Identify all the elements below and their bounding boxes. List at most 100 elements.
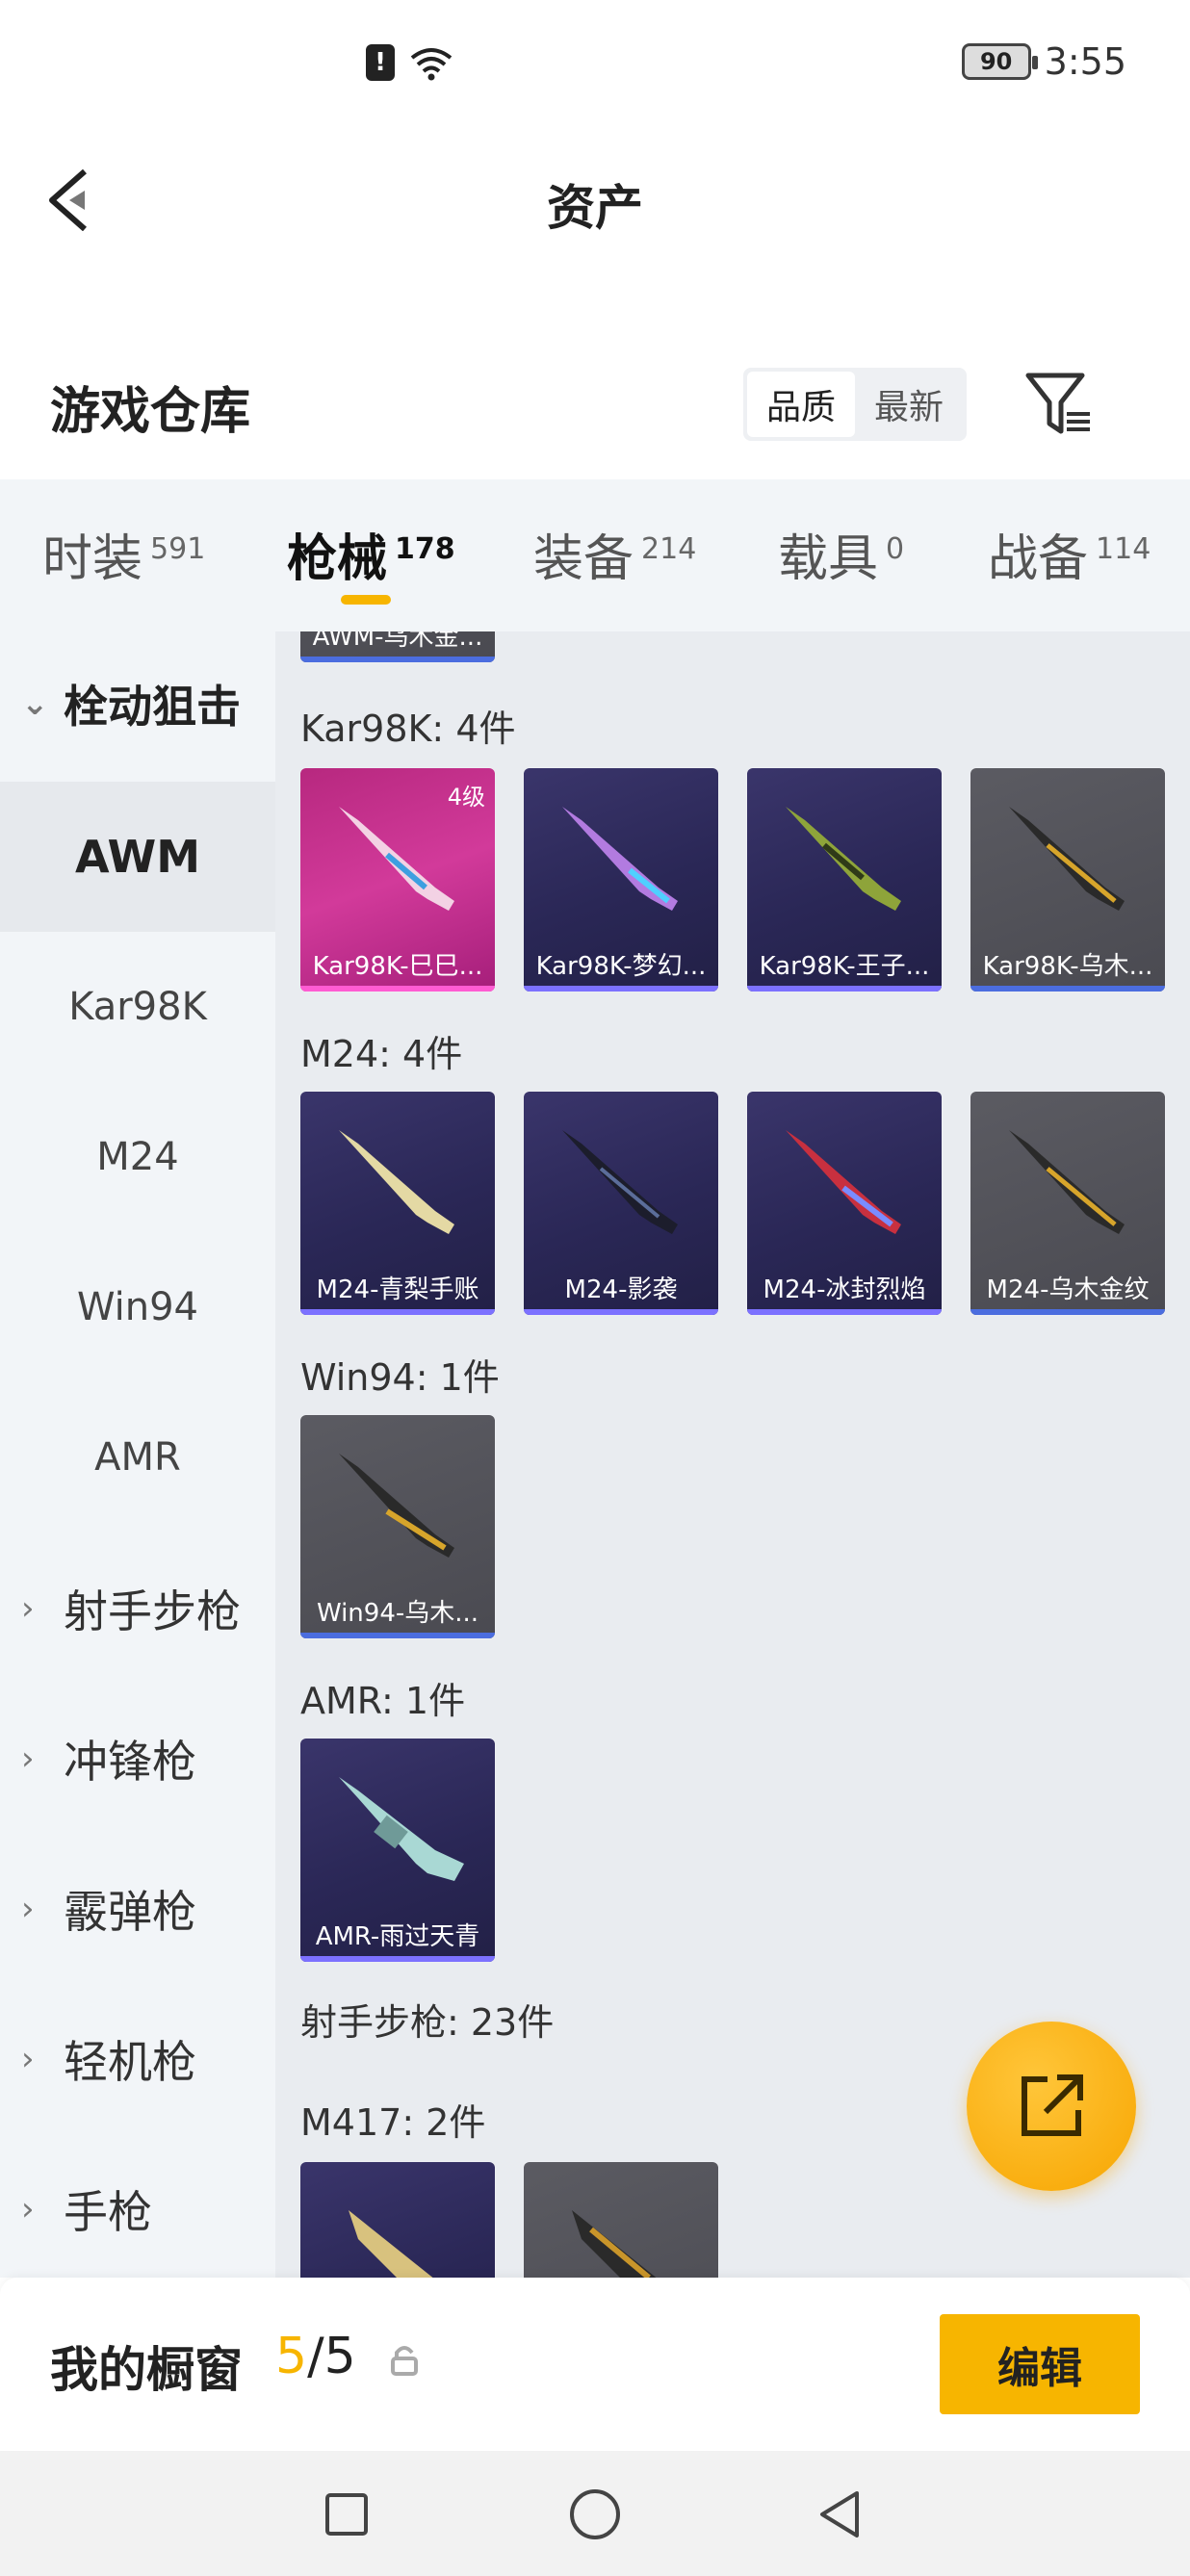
item-name: M24-冰封烈焰: [763, 1275, 926, 1304]
tab-vehicles[interactable]: 载具 0: [778, 518, 904, 590]
tab-count: 0: [886, 531, 905, 566]
chevron-right-icon: ›: [21, 1589, 35, 1628]
showcase-panel: 我的橱窗 5/5 编辑: [0, 2278, 1190, 2451]
tab-equipment[interactable]: 装备 214: [533, 518, 696, 590]
item-card[interactable]: M24-影袭: [524, 1092, 718, 1315]
item-name: Kar98K-巳巳...: [312, 952, 483, 981]
clock: 3:55: [1044, 40, 1126, 83]
filter-icon[interactable]: [1021, 366, 1098, 443]
sidebar-item-kar98k[interactable]: Kar98K: [0, 932, 275, 1082]
system-nav-bar: [0, 2451, 1190, 2576]
tab-count: 214: [641, 531, 697, 566]
item-name: AWM-乌木金...: [312, 631, 483, 652]
item-card[interactable]: [300, 2162, 495, 2278]
showcase-total: /5: [307, 2328, 356, 2385]
rarity-bar: [970, 1309, 1165, 1315]
tab-fashion[interactable]: 时装 591: [42, 518, 205, 590]
section-label: AMR: 1件: [300, 1680, 466, 1722]
item-name: AMR-雨过天青: [315, 1922, 480, 1951]
header: 资产: [0, 135, 1190, 260]
rifle-icon: [339, 1454, 454, 1558]
tab-label: 战备: [988, 530, 1089, 588]
rifle-icon: [339, 1777, 464, 1881]
sidebar-group-pistol[interactable]: › 手枪: [0, 2137, 275, 2278]
chevron-right-icon: ›: [21, 2190, 35, 2228]
tab-supplies[interactable]: 战备 114: [988, 518, 1151, 590]
tab-label: 时装: [42, 530, 143, 588]
showcase-count: 5/5: [275, 2328, 356, 2385]
item-card[interactable]: M24-乌木金纹: [970, 1092, 1165, 1315]
item-card[interactable]: M24-冰封烈焰: [747, 1092, 942, 1315]
warehouse-title: 游戏仓库: [50, 383, 251, 441]
sidebar-group-lmg[interactable]: › 轻机枪: [0, 1987, 275, 2131]
sidebar-item-m24[interactable]: M24: [0, 1082, 275, 1232]
item-name: M24-青梨手账: [316, 1275, 479, 1304]
sidebar-group-label: 霰弹枪: [64, 1886, 196, 1938]
item-card[interactable]: AWM-乌木金...: [300, 631, 495, 662]
sidebar-item-win94[interactable]: Win94: [0, 1232, 275, 1382]
showcase-title: 我的橱窗: [50, 2342, 243, 2398]
rifle-icon: [572, 2210, 657, 2278]
edit-button[interactable]: 编辑: [940, 2314, 1140, 2414]
recents-icon[interactable]: [318, 2486, 375, 2543]
rarity-bar: [970, 986, 1165, 992]
item-card[interactable]: AMR-雨过天青: [300, 1739, 495, 1962]
item-card[interactable]: Kar98K-乌木...: [970, 768, 1165, 992]
sort-toggle: 品质 最新: [743, 368, 967, 441]
rifle-icon: [1009, 1130, 1125, 1234]
home-icon[interactable]: [566, 2486, 624, 2543]
tab-count: 178: [395, 531, 455, 566]
item-card[interactable]: 4级 Kar98K-巳巳...: [300, 768, 495, 992]
rarity-bar: [300, 657, 495, 662]
item-card[interactable]: Win94-乌木...: [300, 1415, 495, 1638]
tab-label: 装备: [533, 530, 634, 588]
rifle-icon: [786, 1130, 901, 1234]
rarity-bar: [747, 1309, 942, 1315]
item-name: Kar98K-王子...: [759, 952, 930, 981]
rifle-icon: [562, 807, 678, 911]
sidebar-item-amr[interactable]: AMR: [0, 1382, 275, 1533]
section-label: M24: 4件: [300, 1033, 463, 1075]
item-card[interactable]: Kar98K-梦幻...: [524, 768, 718, 992]
chevron-right-icon: ›: [21, 1739, 35, 1778]
tab-label: 载具: [778, 530, 879, 588]
rarity-bar: [300, 1309, 495, 1315]
sidebar-group-label: 手枪: [64, 2186, 152, 2238]
rarity-bar: [300, 986, 495, 992]
section-label: Kar98K: 4件: [300, 708, 516, 750]
sidebar-group-label: 冲锋枪: [64, 1736, 196, 1788]
item-card[interactable]: [524, 2162, 718, 2278]
category-label: 射手步枪: 23件: [300, 2001, 555, 2044]
rarity-bar: [747, 986, 942, 992]
item-name: M24-乌木金纹: [986, 1275, 1150, 1304]
page-title: 资产: [547, 180, 643, 236]
sidebar-group-label: 射手步枪: [64, 1585, 241, 1637]
item-card[interactable]: M24-青梨手账: [300, 1092, 495, 1315]
share-button[interactable]: [967, 2022, 1136, 2191]
back-nav-icon[interactable]: [813, 2486, 870, 2543]
rifle-icon: [562, 1130, 678, 1234]
sidebar-group-shotgun[interactable]: › 霰弹枪: [0, 1837, 275, 1981]
rarity-bar: [524, 986, 718, 992]
category-tabs: 时装 591 枪械 178 装备 214 载具 0 战备 114: [0, 479, 1190, 631]
sidebar-group-label: 栓动狙击: [64, 681, 241, 733]
showcase-used: 5: [275, 2328, 308, 2385]
sidebar-group-label: 轻机枪: [64, 2036, 196, 2088]
section-label: Win94: 1件: [300, 1356, 500, 1399]
status-bar: ! 90 3:55: [0, 0, 1190, 135]
rifle-icon: [349, 2210, 433, 2278]
rifle-icon: [786, 807, 901, 911]
sidebar-group-marksman[interactable]: › 射手步枪: [0, 1536, 275, 1681]
sidebar-item-awm[interactable]: AWM: [0, 782, 275, 932]
item-name: Kar98K-乌木...: [982, 952, 1153, 981]
sort-newest-button[interactable]: 最新: [855, 372, 963, 437]
rarity-bar: [300, 1956, 495, 1962]
tab-guns[interactable]: 枪械 178: [287, 518, 455, 590]
item-card[interactable]: Kar98K-王子...: [747, 768, 942, 992]
sidebar-group-bolt-sniper[interactable]: ⌄ 栓动狙击: [0, 631, 275, 776]
wifi-icon: [410, 48, 453, 81]
sidebar-group-smg[interactable]: › 冲锋枪: [0, 1687, 275, 1831]
sort-quality-button[interactable]: 品质: [747, 372, 855, 437]
section-label: M417: 2件: [300, 2101, 486, 2144]
alert-icon: !: [366, 44, 395, 81]
